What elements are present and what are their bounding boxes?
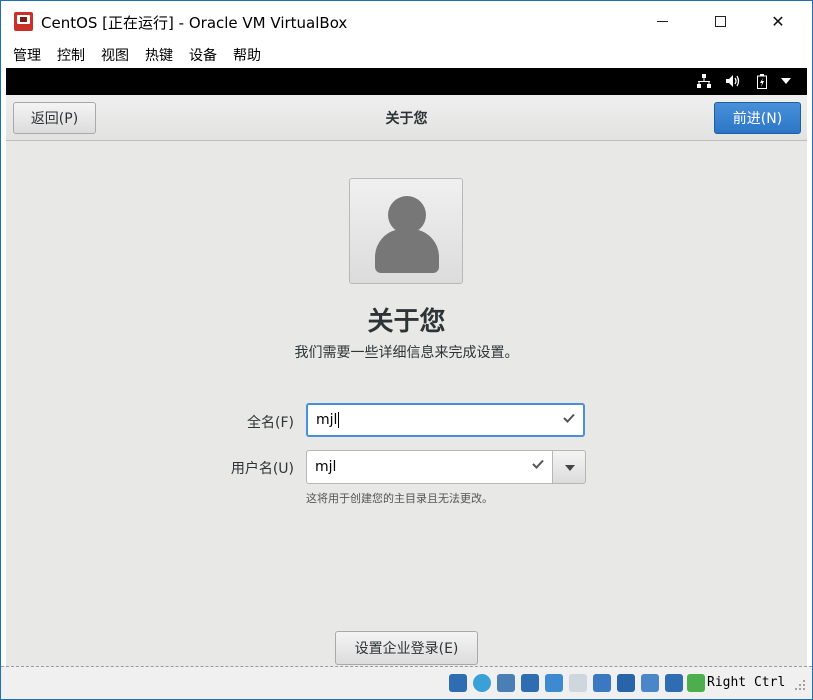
status-bar: Right Ctrl (1, 666, 812, 699)
menu-manage[interactable]: 管理 (13, 45, 41, 65)
network-adapter-icon[interactable] (521, 674, 539, 692)
window-title: CentOS [正在运行] - Oracle VM VirtualBox (41, 14, 348, 32)
menu-view[interactable]: 视图 (101, 45, 129, 65)
menu-devices[interactable]: 设备 (189, 45, 217, 65)
cpu-icon[interactable] (665, 674, 683, 692)
username-hint: 这将用于创建您的主目录且无法更改。 (306, 492, 493, 505)
close-icon: ✕ (771, 11, 785, 31)
page-subtext: 我们需要一些详细信息来完成设置。 (294, 345, 519, 361)
virtualbox-window: CentOS [正在运行] - Oracle VM VirtualBox ✕ 管… (0, 0, 813, 700)
username-input[interactable]: mjl (306, 450, 553, 484)
usb-icon[interactable] (545, 674, 563, 692)
maximize-button[interactable] (691, 1, 749, 41)
battery-icon[interactable] (757, 74, 767, 89)
minimize-icon (656, 20, 668, 22)
enterprise-login-button[interactable]: 设置企业登录(E) (335, 631, 478, 665)
username-label: 用户名(U) (230, 461, 294, 477)
optical-drive-icon[interactable] (473, 674, 491, 692)
page-heading: 关于您 (367, 307, 446, 337)
next-button[interactable]: 前进(N) (714, 102, 801, 134)
menu-bar: 管理 控制 视图 热键 设备 帮助 (1, 41, 812, 68)
setup-header: 返回(P) 关于您 前进(N) (6, 95, 807, 141)
text-cursor (338, 412, 340, 428)
checkmark-icon (532, 459, 544, 469)
avatar-button[interactable] (349, 178, 463, 284)
hard-disk-icon[interactable] (449, 674, 467, 692)
username-dropdown-button[interactable] (552, 450, 586, 484)
full-name-input[interactable]: mjl (306, 403, 585, 437)
display-icon[interactable] (593, 674, 611, 692)
close-button[interactable]: ✕ (749, 1, 807, 41)
checkmark-icon (563, 413, 575, 423)
resize-grip-icon[interactable] (794, 679, 806, 691)
full-name-label: 全名(F) (247, 415, 294, 431)
header-title: 关于您 (385, 111, 428, 127)
menu-help[interactable]: 帮助 (233, 45, 261, 65)
maximize-icon (714, 15, 726, 27)
virtualbox-app-icon (14, 12, 33, 31)
minimize-button[interactable] (633, 1, 691, 41)
title-bar: CentOS [正在运行] - Oracle VM VirtualBox ✕ (1, 1, 812, 41)
dropdown-arrow-icon[interactable] (781, 78, 791, 84)
virtualization-icon[interactable] (641, 674, 659, 692)
guest-screen: 返回(P) 关于您 前进(N) 关于您 我们需要一些详细信息来完成设置。 全名(… (6, 68, 807, 666)
volume-icon[interactable] (725, 74, 741, 88)
menu-control[interactable]: 控制 (57, 45, 85, 65)
network-icon[interactable] (697, 74, 711, 88)
mouse-integration-icon[interactable] (687, 674, 705, 692)
avatar-body-icon (375, 229, 439, 273)
shared-folders-icon[interactable] (569, 674, 587, 692)
username-value: mjl (315, 459, 337, 475)
menu-hotkey[interactable]: 热键 (145, 45, 173, 65)
video-capture-icon[interactable] (617, 674, 635, 692)
guest-top-bar (6, 68, 807, 95)
audio-icon[interactable] (497, 674, 515, 692)
host-key-label: Right Ctrl (707, 675, 786, 690)
full-name-value: mjl (316, 412, 338, 428)
